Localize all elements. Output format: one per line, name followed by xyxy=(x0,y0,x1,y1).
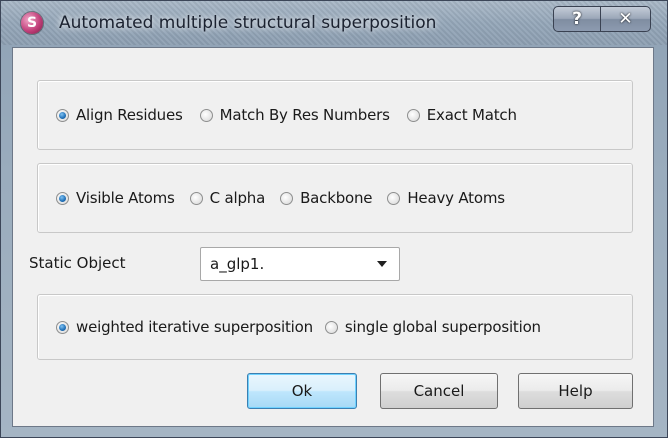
question-mark-icon: ? xyxy=(572,9,582,29)
static-object-value: a_glp1. xyxy=(210,255,265,273)
ok-button[interactable]: Ok xyxy=(247,373,357,409)
radio-label: Backbone xyxy=(300,189,373,207)
radio-exact-match[interactable]: Exact Match xyxy=(406,106,517,124)
radio-unchecked-icon xyxy=(406,108,420,122)
close-window-button[interactable]: ✕ xyxy=(601,6,651,32)
radio-label: Match By Res Numbers xyxy=(219,106,390,124)
radio-heavy-atoms[interactable]: Heavy Atoms xyxy=(387,189,505,207)
radio-match-by-res-numbers[interactable]: Match By Res Numbers xyxy=(199,106,390,124)
radio-label: Heavy Atoms xyxy=(407,189,505,207)
radio-checked-icon xyxy=(56,191,69,205)
close-icon: ✕ xyxy=(618,9,633,29)
radio-label: single global superposition xyxy=(344,318,541,336)
radio-label: Align Residues xyxy=(76,106,183,124)
radio-weighted-iterative[interactable]: weighted iterative superposition xyxy=(56,318,313,336)
chevron-down-icon xyxy=(377,261,387,267)
radio-unchecked-icon xyxy=(387,191,401,205)
superposition-method-group: weighted iterative superposition single … xyxy=(37,294,633,360)
radio-visible-atoms[interactable]: Visible Atoms xyxy=(56,189,175,207)
alignment-mode-group: Align Residues Match By Res Numbers Exac… xyxy=(37,80,633,150)
help-button[interactable]: Help xyxy=(518,373,633,409)
radio-label: Exact Match xyxy=(426,106,517,124)
radio-unchecked-icon xyxy=(189,191,203,205)
app-logo-icon[interactable]: S xyxy=(21,12,43,34)
cancel-button[interactable]: Cancel xyxy=(380,373,498,409)
radio-label: C alpha xyxy=(209,189,266,207)
static-object-dropdown[interactable]: a_glp1. xyxy=(200,247,400,281)
atom-selection-group: Visible Atoms C alpha Backbone Heavy Ato… xyxy=(37,163,633,233)
help-window-button[interactable]: ? xyxy=(553,6,601,32)
radio-backbone[interactable]: Backbone xyxy=(280,189,373,207)
radio-label: Visible Atoms xyxy=(76,189,175,207)
radio-checked-icon xyxy=(56,320,69,334)
radio-unchecked-icon xyxy=(280,191,294,205)
radio-align-residues[interactable]: Align Residues xyxy=(56,106,183,124)
radio-single-global[interactable]: single global superposition xyxy=(324,318,541,336)
radio-label: weighted iterative superposition xyxy=(76,318,313,336)
radio-unchecked-icon xyxy=(324,320,338,334)
radio-c-alpha[interactable]: C alpha xyxy=(189,189,266,207)
radio-unchecked-icon xyxy=(199,108,213,122)
window-title: Automated multiple structural superposit… xyxy=(59,13,437,33)
title-bar[interactable]: S Automated multiple structural superpos… xyxy=(1,1,667,45)
radio-checked-icon xyxy=(56,108,69,122)
static-object-label: Static Object xyxy=(29,254,126,272)
